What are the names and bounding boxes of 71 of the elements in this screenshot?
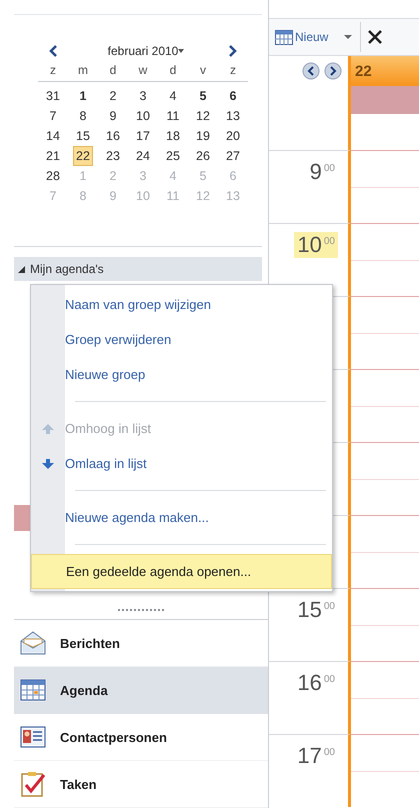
calendar-day[interactable]: 24 xyxy=(134,147,152,165)
envelope-icon xyxy=(20,631,46,655)
menu-item[interactable]: Nieuwe agenda maken... xyxy=(31,500,332,535)
clipboard-check-icon xyxy=(20,771,46,797)
menu-item[interactable]: Een gedeelde agenda openen... xyxy=(31,554,332,589)
previous-month-icon[interactable] xyxy=(48,45,58,57)
next-month-icon[interactable] xyxy=(228,45,238,57)
calendar-day[interactable]: 8 xyxy=(78,107,88,125)
expand-triangle-icon[interactable] xyxy=(18,266,25,272)
calendar-day[interactable]: 1 xyxy=(78,87,88,105)
hour-label: 17$^{00}$ xyxy=(296,743,336,769)
calendar-day[interactable]: 19 xyxy=(194,127,212,145)
up-arrow-icon xyxy=(42,424,54,434)
menu-item[interactable]: Groep verwijderen xyxy=(31,322,332,357)
day-number: 22 xyxy=(355,62,372,80)
calendar-icon xyxy=(20,679,46,701)
calendar-day[interactable]: 10 xyxy=(134,107,152,125)
dropdown-caret-icon[interactable] xyxy=(344,35,352,39)
calendar-day[interactable]: 16 xyxy=(104,127,122,145)
calendar-day[interactable]: 3 xyxy=(138,87,148,105)
calendar-day[interactable]: 28 xyxy=(44,167,62,185)
calendar-day[interactable]: 6 xyxy=(228,87,238,105)
dropdown-caret-icon[interactable] xyxy=(178,49,184,53)
contact-card-icon xyxy=(20,726,46,748)
calendar-day[interactable]: 15 xyxy=(74,127,92,145)
weekday-label: m xyxy=(77,63,89,77)
hour-label: 16$^{00}$ xyxy=(296,670,336,696)
calendar-day[interactable]: 11 xyxy=(164,107,182,125)
menu-item[interactable]: Nieuwe groep xyxy=(31,357,332,392)
calendar-day[interactable]: 7 xyxy=(48,107,58,125)
calendar-day[interactable]: 26 xyxy=(194,147,212,165)
all-day-area[interactable] xyxy=(351,86,419,114)
calendar-day[interactable]: 2 xyxy=(108,87,118,105)
hour-label: 15$^{00}$ xyxy=(296,597,336,623)
day-header[interactable]: 22 xyxy=(351,56,419,86)
weekday-label: z xyxy=(49,63,57,77)
calendar-day[interactable]: 4 xyxy=(168,87,178,105)
down-arrow-icon xyxy=(42,458,54,468)
delete-icon[interactable] xyxy=(367,29,384,45)
calendar-icon xyxy=(275,30,293,44)
calendar-day[interactable]: 5 xyxy=(198,87,208,105)
calendar-day[interactable]: 22 xyxy=(74,147,92,165)
month-title[interactable]: februari 2010 xyxy=(68,44,218,58)
calendar-day[interactable]: 21 xyxy=(44,147,62,165)
weekday-label: d xyxy=(168,63,178,77)
calendar-day[interactable]: 23 xyxy=(104,147,122,165)
weekday-label: d xyxy=(108,63,118,77)
hour-label: 9$^{00}$ xyxy=(308,159,336,185)
calendar-day[interactable]: 20 xyxy=(224,127,242,145)
calendar-day[interactable]: 31 xyxy=(44,87,62,105)
calendar-day[interactable]: 25 xyxy=(164,147,182,165)
weekday-label: z xyxy=(229,63,237,77)
calendar-day[interactable]: 18 xyxy=(164,127,182,145)
hour-label: 10$^{00}$ xyxy=(294,232,338,258)
new-button[interactable]: Nieuw xyxy=(275,22,362,52)
nav-button[interactable]: Agenda xyxy=(14,667,268,714)
menu-item[interactable]: Naam van groep wijzigen xyxy=(31,287,332,322)
calendar-day[interactable]: 12 xyxy=(194,107,212,125)
splitter-grip-icon[interactable] xyxy=(118,609,164,612)
group-header[interactable]: Mijn agenda's xyxy=(14,257,262,281)
calendar-day[interactable]: 27 xyxy=(224,147,242,165)
weekday-label: v xyxy=(199,63,207,77)
calendar-day[interactable]: 13 xyxy=(224,107,242,125)
calendar-day[interactable]: 9 xyxy=(108,107,118,125)
next-day-icon[interactable] xyxy=(324,62,342,80)
menu-item[interactable]: Omlaag in lijst xyxy=(31,446,332,481)
calendar-day[interactable]: 14 xyxy=(44,127,62,145)
group-title: Mijn agenda's xyxy=(30,262,104,276)
weekday-label: w xyxy=(138,63,148,77)
previous-day-icon[interactable] xyxy=(302,62,320,80)
calendar-day[interactable]: 17 xyxy=(134,127,152,145)
